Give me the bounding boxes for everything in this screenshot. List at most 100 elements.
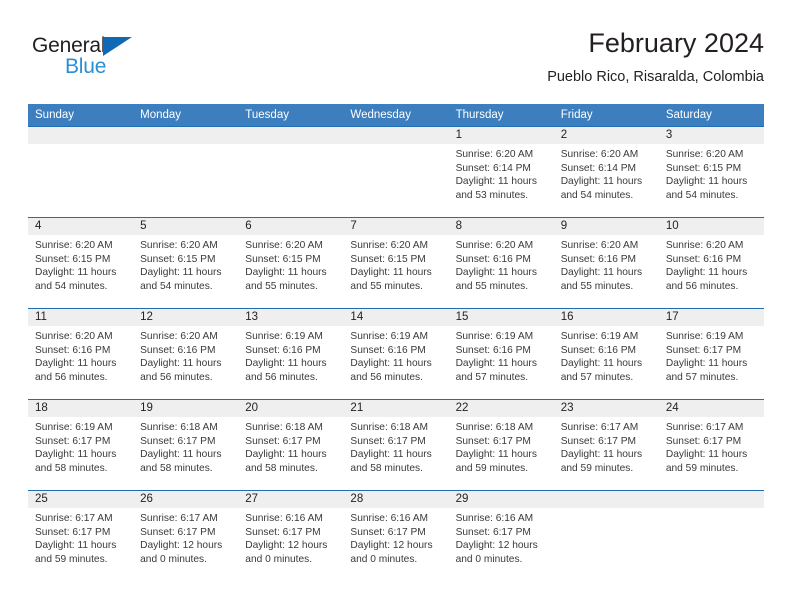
day-cell-inner: 13 Sunrise: 6:19 AM Sunset: 6:16 PM Dayligh… — [238, 309, 344, 399]
sunset-text: Sunset: 6:17 PM — [350, 435, 426, 447]
day-cell-inner: 16 Sunrise: 6:19 AM Sunset: 6:16 PM Dayligh… — [553, 309, 659, 399]
calendar-day-cell[interactable]: 29 Sunrise: 6:16 AM Sunset: 6:17 PM Dayligh… — [448, 490, 554, 581]
calendar-day-cell[interactable]: 23 Sunrise: 6:17 AM Sunset: 6:17 PM Dayligh… — [553, 399, 659, 491]
sunrise-text: Sunrise: 6:20 AM — [350, 240, 429, 251]
sunrise-text: Sunrise: 6:19 AM — [560, 331, 639, 342]
daylight-text: Daylight: 11 hours and 57 minutes. — [455, 358, 537, 383]
calendar-day-cell[interactable]: 1 Sunrise: 6:20 AM Sunset: 6:14 PM Daylight… — [448, 126, 554, 218]
day-number — [343, 127, 449, 144]
calendar-day-cell[interactable]: 12 Sunrise: 6:20 AM Sunset: 6:16 PM Dayligh… — [133, 308, 239, 400]
daylight-text: Daylight: 11 hours and 59 minutes. — [35, 540, 117, 565]
daylight-text: Daylight: 11 hours and 58 minutes. — [245, 449, 327, 474]
calendar-day-cell[interactable]: 17 Sunrise: 6:19 AM Sunset: 6:17 PM Dayligh… — [658, 308, 764, 400]
day-number: 8 — [448, 218, 554, 235]
sunset-text: Sunset: 6:17 PM — [560, 435, 637, 447]
calendar-day-cell[interactable]: 27 Sunrise: 6:16 AM Sunset: 6:17 PM Dayligh… — [238, 490, 344, 581]
sunset-text: Sunset: 6:15 PM — [350, 253, 426, 265]
sunset-text: Sunset: 6:17 PM — [245, 435, 321, 447]
title-block: February 2024 Pueblo Rico, Risaralda, Co… — [547, 26, 764, 88]
day-cell-inner: 26 Sunrise: 6:17 AM Sunset: 6:17 PM Dayligh… — [133, 491, 239, 581]
day-details: Sunrise: 6:20 AM Sunset: 6:15 PM Daylight:… — [238, 235, 343, 293]
weekday-header-monday: Monday — [133, 104, 239, 127]
day-cell-inner: 28 Sunrise: 6:16 AM Sunset: 6:17 PM Dayligh… — [343, 491, 449, 581]
day-cell-inner: 1 Sunrise: 6:20 AM Sunset: 6:14 PM Daylight… — [448, 127, 554, 217]
daylight-text: Daylight: 11 hours and 55 minutes. — [455, 267, 537, 292]
day-cell-inner: 9 Sunrise: 6:20 AM Sunset: 6:16 PM Daylight… — [553, 218, 659, 308]
calendar-day-cell[interactable]: 3 Sunrise: 6:20 AM Sunset: 6:15 PM Daylight… — [658, 126, 764, 218]
calendar-day-cell[interactable]: 19 Sunrise: 6:18 AM Sunset: 6:17 PM Dayligh… — [133, 399, 239, 491]
day-number: 9 — [553, 218, 659, 235]
calendar-day-cell[interactable]: 21 Sunrise: 6:18 AM Sunset: 6:17 PM Dayligh… — [343, 399, 449, 491]
calendar-day-cell[interactable]: 2 Sunrise: 6:20 AM Sunset: 6:14 PM Daylight… — [553, 126, 659, 218]
daylight-text: Daylight: 12 hours and 0 minutes. — [350, 540, 433, 565]
calendar-day-cell[interactable]: 20 Sunrise: 6:18 AM Sunset: 6:17 PM Dayligh… — [238, 399, 344, 491]
sunrise-text: Sunrise: 6:19 AM — [665, 331, 744, 342]
calendar-day-cell[interactable]: 24 Sunrise: 6:17 AM Sunset: 6:17 PM Dayligh… — [658, 399, 764, 491]
day-number: 6 — [238, 218, 344, 235]
sunset-text: Sunset: 6:17 PM — [35, 526, 111, 538]
sunrise-text: Sunrise: 6:20 AM — [560, 149, 639, 160]
sunrise-text: Sunrise: 6:18 AM — [350, 422, 429, 433]
calendar-page: General Blue February 2024 Pueblo Rico, … — [0, 0, 792, 612]
calendar-day-cell[interactable]: 11 Sunrise: 6:20 AM Sunset: 6:16 PM Dayligh… — [28, 308, 134, 400]
calendar-day-cell[interactable]: 8 Sunrise: 6:20 AM Sunset: 6:16 PM Daylight… — [448, 217, 554, 309]
calendar-day-cell[interactable]: 18 Sunrise: 6:19 AM Sunset: 6:17 PM Dayligh… — [28, 399, 134, 491]
calendar-day-cell[interactable]: 4 Sunrise: 6:20 AM Sunset: 6:15 PM Daylight… — [28, 217, 134, 309]
sunrise-text: Sunrise: 6:18 AM — [455, 422, 534, 433]
day-number: 17 — [658, 309, 764, 326]
day-cell-inner — [238, 127, 344, 217]
calendar-day-cell[interactable]: 9 Sunrise: 6:20 AM Sunset: 6:16 PM Daylight… — [553, 217, 659, 309]
calendar-cell-empty — [553, 490, 659, 581]
calendar-day-cell[interactable]: 28 Sunrise: 6:16 AM Sunset: 6:17 PM Dayligh… — [343, 490, 449, 581]
calendar-day-cell[interactable]: 22 Sunrise: 6:18 AM Sunset: 6:17 PM Dayligh… — [448, 399, 554, 491]
calendar-week-row: 1 Sunrise: 6:20 AM Sunset: 6:14 PM Daylight… — [28, 126, 764, 218]
day-number — [658, 491, 764, 508]
day-number: 15 — [448, 309, 554, 326]
calendar-day-cell[interactable]: 25 Sunrise: 6:17 AM Sunset: 6:17 PM Dayligh… — [28, 490, 134, 581]
day-number: 7 — [343, 218, 449, 235]
calendar-day-cell[interactable]: 16 Sunrise: 6:19 AM Sunset: 6:16 PM Dayligh… — [553, 308, 659, 400]
daylight-text: Daylight: 11 hours and 58 minutes. — [350, 449, 432, 474]
sunrise-text: Sunrise: 6:20 AM — [140, 240, 218, 251]
day-details: Sunrise: 6:19 AM Sunset: 6:16 PM Daylight:… — [554, 326, 659, 384]
sunset-text: Sunset: 6:15 PM — [35, 253, 111, 265]
calendar-day-cell[interactable]: 10 Sunrise: 6:20 AM Sunset: 6:16 PM Dayligh… — [658, 217, 764, 309]
sunrise-text: Sunrise: 6:20 AM — [245, 240, 323, 251]
day-number: 16 — [553, 309, 659, 326]
day-number: 25 — [28, 491, 134, 508]
day-details: Sunrise: 6:19 AM Sunset: 6:16 PM Daylight:… — [449, 326, 554, 384]
day-cell-inner: 29 Sunrise: 6:16 AM Sunset: 6:17 PM Dayligh… — [448, 491, 554, 581]
calendar-day-cell[interactable]: 5 Sunrise: 6:20 AM Sunset: 6:15 PM Daylight… — [133, 217, 239, 309]
day-cell-inner: 22 Sunrise: 6:18 AM Sunset: 6:17 PM Dayligh… — [448, 400, 554, 490]
day-number: 18 — [28, 400, 134, 417]
daylight-text: Daylight: 11 hours and 53 minutes. — [455, 176, 537, 201]
daylight-text: Daylight: 11 hours and 59 minutes. — [665, 449, 748, 474]
sunrise-text: Sunrise: 6:17 AM — [665, 422, 744, 433]
calendar-day-cell[interactable]: 14 Sunrise: 6:19 AM Sunset: 6:16 PM Dayligh… — [343, 308, 449, 400]
day-details: Sunrise: 6:19 AM Sunset: 6:16 PM Daylight:… — [343, 326, 448, 384]
day-cell-inner: 24 Sunrise: 6:17 AM Sunset: 6:17 PM Dayligh… — [658, 400, 764, 490]
sunrise-text: Sunrise: 6:17 AM — [140, 513, 218, 524]
day-cell-inner: 4 Sunrise: 6:20 AM Sunset: 6:15 PM Daylight… — [28, 218, 134, 308]
calendar-day-cell[interactable]: 6 Sunrise: 6:20 AM Sunset: 6:15 PM Daylight… — [238, 217, 344, 309]
day-details: Sunrise: 6:18 AM Sunset: 6:17 PM Daylight:… — [238, 417, 343, 475]
sunset-text: Sunset: 6:14 PM — [560, 162, 637, 174]
calendar-table: Sunday Monday Tuesday Wednesday Thursday Frid… — [28, 104, 764, 581]
sunrise-text: Sunrise: 6:20 AM — [665, 149, 744, 160]
calendar-day-cell[interactable]: 13 Sunrise: 6:19 AM Sunset: 6:16 PM Dayligh… — [238, 308, 344, 400]
calendar-day-cell[interactable]: 15 Sunrise: 6:19 AM Sunset: 6:16 PM Dayligh… — [448, 308, 554, 400]
daylight-text: Daylight: 11 hours and 56 minutes. — [245, 358, 327, 383]
sunrise-text: Sunrise: 6:19 AM — [245, 331, 323, 342]
day-number: 13 — [238, 309, 344, 326]
day-details: Sunrise: 6:20 AM Sunset: 6:15 PM Daylight:… — [133, 235, 238, 293]
sunset-text: Sunset: 6:17 PM — [350, 526, 426, 538]
calendar-day-cell[interactable]: 26 Sunrise: 6:17 AM Sunset: 6:17 PM Dayligh… — [133, 490, 239, 581]
calendar-day-cell[interactable]: 7 Sunrise: 6:20 AM Sunset: 6:15 PM Daylight… — [343, 217, 449, 309]
day-cell-inner: 14 Sunrise: 6:19 AM Sunset: 6:16 PM Dayligh… — [343, 309, 449, 399]
day-details: Sunrise: 6:19 AM Sunset: 6:17 PM Daylight:… — [659, 326, 764, 384]
sunset-text: Sunset: 6:17 PM — [665, 435, 742, 447]
daylight-text: Daylight: 11 hours and 54 minutes. — [140, 267, 222, 292]
calendar-week-row: 11 Sunrise: 6:20 AM Sunset: 6:16 PM Dayligh… — [28, 308, 764, 400]
calendar-cell-empty — [133, 126, 239, 218]
calendar-week-row: 18 Sunrise: 6:19 AM Sunset: 6:17 PM Dayligh… — [28, 399, 764, 491]
